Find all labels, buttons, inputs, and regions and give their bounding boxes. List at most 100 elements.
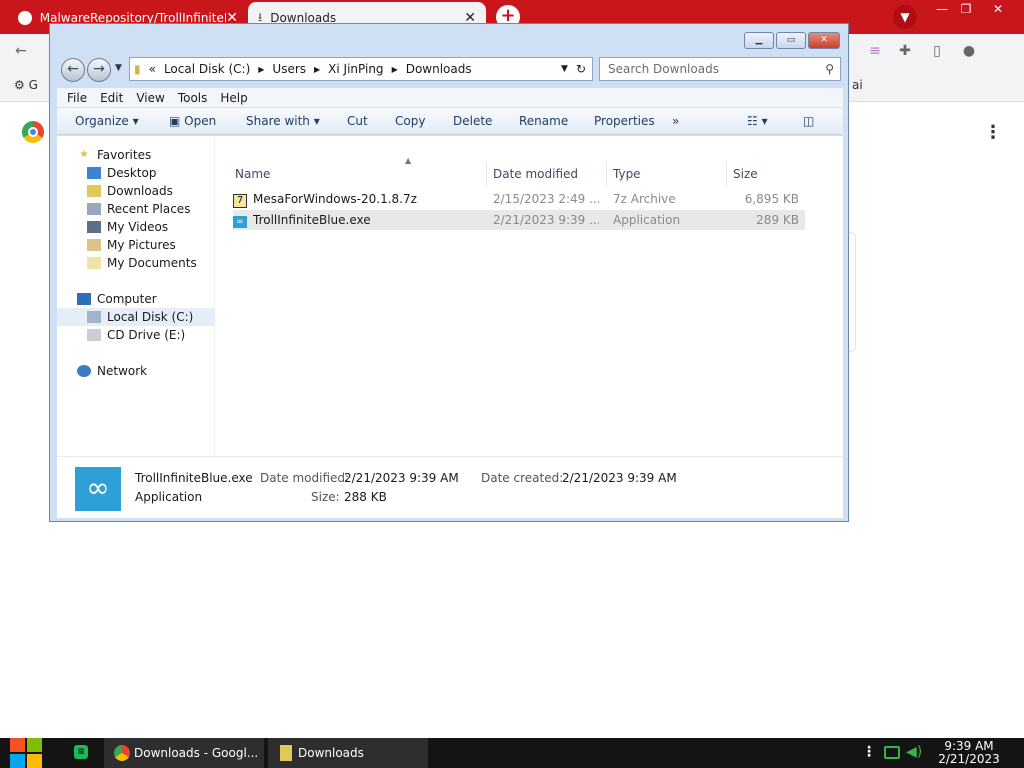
profile-icon[interactable]: ● [960, 42, 978, 60]
videos-icon [87, 221, 101, 233]
nav-my-videos[interactable]: My Videos [57, 218, 215, 236]
forward-button[interactable]: → [87, 58, 111, 82]
explorer-window: ▁ ▭ ✕ ← → ▼ ▮ « Local Disk (C:) ▶ Users … [49, 23, 849, 522]
navigation-pane: ★ Favorites Desktop Downloads Recent Plac… [57, 136, 215, 456]
column-header-name[interactable]: Name [229, 162, 487, 186]
network-icon [77, 365, 91, 377]
search-icon[interactable]: ⚲ [825, 58, 834, 80]
nav-favorites[interactable]: ★ Favorites [57, 146, 215, 164]
nav-my-documents[interactable]: My Documents [57, 254, 215, 272]
share-with-button[interactable]: Share with ▾ [246, 114, 320, 128]
minimize-button[interactable]: ▁ [744, 32, 774, 49]
github-icon [18, 11, 32, 25]
details-pane: ∞ TrollInfiniteBlue.exe Application Date… [57, 456, 843, 518]
windows-logo-icon [10, 754, 25, 768]
file-name: MesaForWindows-20.1.8.7z [253, 192, 417, 206]
breadcrumb-users[interactable]: Users [272, 62, 306, 76]
volume-icon[interactable]: ◀) [906, 744, 922, 760]
star-icon: ★ [79, 149, 89, 160]
nav-network[interactable]: Network [57, 362, 215, 380]
menu-view[interactable]: View [136, 91, 164, 105]
details-date-modified-label: Date modified: [260, 471, 350, 485]
restore-browser-button[interactable]: ❐ [950, 0, 982, 18]
column-header-type[interactable]: Type [607, 162, 727, 186]
documents-icon [87, 257, 101, 269]
taskbar-item-chrome[interactable]: Downloads - Googl... [104, 738, 264, 768]
refresh-icon[interactable]: ↻ [576, 62, 586, 76]
rename-button[interactable]: Rename [519, 114, 568, 128]
nav-local-disk[interactable]: Local Disk (C:) [57, 308, 215, 326]
cut-button[interactable]: Cut [347, 114, 368, 128]
command-bar: Organize ▾ ▣ Open Share with ▾ Cut Copy … [57, 108, 843, 135]
details-date-created-label: Date created: [481, 471, 564, 485]
chevron-right-icon[interactable]: ▶ [392, 65, 398, 74]
more-commands-button[interactable]: » [672, 114, 679, 128]
content-area: ★ Favorites Desktop Downloads Recent Plac… [57, 136, 843, 456]
chrome-logo-icon [22, 121, 44, 143]
close-browser-button[interactable]: ✕ [982, 0, 1014, 18]
open-button[interactable]: ▣ Open [169, 114, 216, 128]
menu-help[interactable]: Help [220, 91, 247, 105]
application-large-icon: ∞ [75, 467, 121, 511]
back-button[interactable]: ← [61, 58, 85, 82]
application-file-icon: ∞ [233, 210, 249, 230]
copy-button[interactable]: Copy [395, 114, 425, 128]
file-date: 2/15/2023 2:49 ... [493, 192, 599, 206]
properties-button[interactable]: Properties [594, 114, 655, 128]
file-row[interactable]: ∞ TrollInfiniteBlue.exe 2/21/2023 9:39 .… [233, 210, 805, 230]
bookmark-item[interactable]: ⚙ G [14, 78, 38, 92]
menu-file[interactable]: File [67, 91, 87, 105]
search-input[interactable]: Search Downloads ⚲ [599, 57, 841, 81]
navigation-row: ← → ▼ ▮ « Local Disk (C:) ▶ Users ▶ Xi J… [57, 55, 843, 83]
tab-search-button[interactable]: ▼ [893, 5, 917, 29]
menu-edit[interactable]: Edit [100, 91, 123, 105]
green-app-icon[interactable]: ≡ [74, 745, 88, 759]
nav-desktop[interactable]: Desktop [57, 164, 215, 182]
back-arrow-icon[interactable]: ← [12, 42, 30, 60]
puzzle-icon[interactable]: ✚ [896, 42, 914, 60]
details-view-icon: ☷ [747, 114, 758, 128]
network-tray-icon[interactable] [884, 746, 900, 759]
start-button[interactable] [10, 738, 43, 768]
nav-downloads[interactable]: Downloads [57, 182, 215, 200]
extension-icon[interactable]: ≡ [866, 42, 884, 60]
side-panel-icon[interactable]: ▯ [928, 42, 946, 60]
preview-pane-button[interactable]: ◫ [803, 114, 814, 128]
address-bar[interactable]: ▮ « Local Disk (C:) ▶ Users ▶ Xi JinPing… [129, 57, 593, 81]
bookmark-icon: ⚙ [14, 78, 25, 92]
more-options-icon[interactable]: ⋮ [984, 122, 1002, 143]
taskbar-item-explorer[interactable]: Downloads [268, 738, 428, 768]
windows-logo-icon [27, 754, 42, 768]
nav-my-pictures[interactable]: My Pictures [57, 236, 215, 254]
breadcrumb-downloads[interactable]: Downloads [406, 62, 472, 76]
chevron-right-icon[interactable]: ▶ [258, 65, 264, 74]
breadcrumb-local-disk[interactable]: Local Disk (C:) [164, 62, 250, 76]
column-header-date[interactable]: Date modified [487, 162, 607, 186]
delete-button[interactable]: Delete [453, 114, 492, 128]
menu-tools[interactable]: Tools [178, 91, 208, 105]
system-clock[interactable]: 9:39 AM 2/21/2023 [936, 740, 1002, 766]
details-file-name: TrollInfiniteBlue.exe [135, 471, 253, 485]
organize-button[interactable]: Organize ▾ [75, 114, 139, 128]
computer-icon [77, 293, 91, 305]
folder-icon [280, 745, 292, 761]
column-header-size[interactable]: Size [727, 162, 807, 186]
recent-locations-icon[interactable]: ▼ [115, 63, 122, 73]
details-file-type: Application [135, 490, 203, 504]
maximize-button[interactable]: ▭ [776, 32, 806, 49]
address-dropdown-icon[interactable]: ▼ [561, 64, 568, 74]
pictures-icon [87, 239, 101, 251]
breadcrumb-overflow[interactable]: « [149, 62, 156, 76]
nav-computer[interactable]: Computer [57, 290, 215, 308]
bookmark-item[interactable]: ai [852, 78, 863, 92]
close-button[interactable]: ✕ [808, 32, 840, 49]
more-tray-icon[interactable]: ⋮ [862, 744, 876, 760]
chevron-right-icon[interactable]: ▶ [314, 65, 320, 74]
nav-cd-drive[interactable]: CD Drive (E:) [57, 326, 215, 344]
nav-recent-places[interactable]: Recent Places [57, 200, 215, 218]
breadcrumb-user[interactable]: Xi JinPing [328, 62, 383, 76]
file-row[interactable]: 7 MesaForWindows-20.1.8.7z 2/15/2023 2:4… [233, 189, 805, 209]
details-date-modified: 2/21/2023 9:39 AM [344, 471, 459, 485]
file-size: 6,895 KB [744, 192, 799, 206]
change-view-button[interactable]: ☷ ▾ [747, 114, 768, 128]
